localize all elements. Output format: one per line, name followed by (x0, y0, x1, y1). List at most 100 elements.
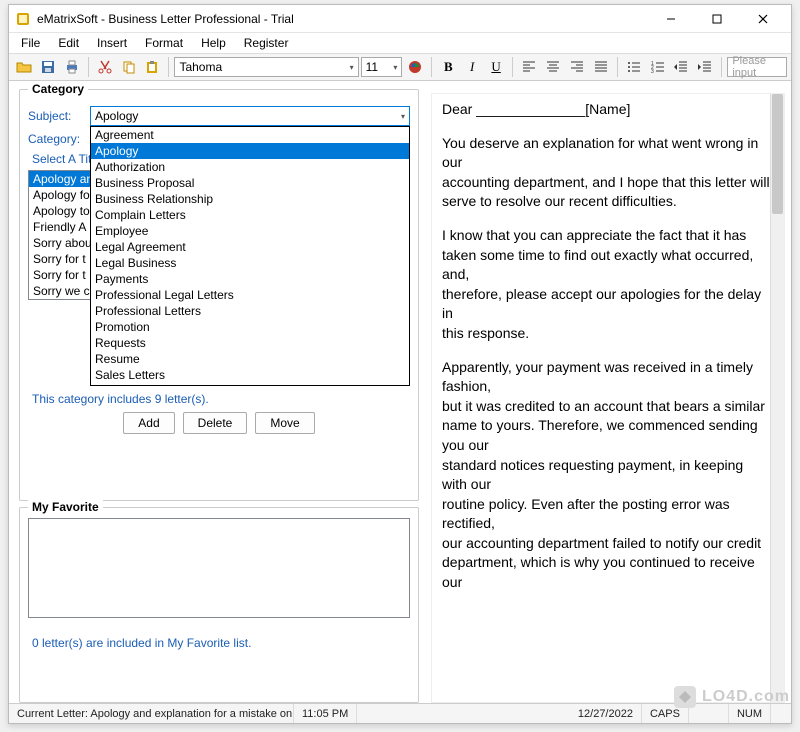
underline-icon[interactable]: U (485, 56, 507, 78)
titlebar: eMatrixSoft - Business Letter Profession… (9, 5, 791, 33)
italic-icon[interactable]: I (461, 56, 483, 78)
paste-icon[interactable] (142, 56, 164, 78)
menu-register[interactable]: Register (236, 34, 297, 52)
subject-dropdown[interactable]: Apology ▾ (90, 106, 410, 126)
move-button[interactable]: Move (255, 412, 314, 434)
numbered-list-icon[interactable]: 123 (647, 56, 669, 78)
close-button[interactable] (741, 7, 785, 31)
statusbar: Current Letter: Apology and explanation … (9, 703, 791, 723)
open-icon[interactable] (13, 56, 35, 78)
letter-paragraph: I know that you can appreciate the fact … (442, 226, 770, 344)
menu-help[interactable]: Help (193, 34, 234, 52)
align-right-icon[interactable] (566, 56, 588, 78)
subject-value: Apology (95, 109, 138, 123)
cut-icon[interactable] (94, 56, 116, 78)
svg-text:3: 3 (651, 69, 654, 74)
toolbar-separator (88, 57, 89, 77)
chevron-down-icon: ▾ (401, 112, 405, 121)
favorite-groupbox: My Favorite 0 letter(s) are included in … (19, 507, 419, 703)
subject-option[interactable]: Apology (91, 143, 409, 159)
menu-format[interactable]: Format (137, 34, 191, 52)
favorite-listbox[interactable] (28, 518, 410, 618)
letter-paragraph: You deserve an explanation for what went… (442, 134, 770, 212)
subject-option[interactable]: Business Proposal (91, 175, 409, 191)
maximize-button[interactable] (695, 7, 739, 31)
subject-option[interactable]: Thank (91, 383, 409, 386)
subject-option[interactable]: Professional Letters (91, 303, 409, 319)
subject-option[interactable]: Employee (91, 223, 409, 239)
copy-icon[interactable] (118, 56, 140, 78)
subject-option[interactable]: Payments (91, 271, 409, 287)
search-placeholder: Please input (732, 55, 782, 79)
menubar: File Edit Insert Format Help Register (9, 33, 791, 53)
category-button-row: Add Delete Move (28, 412, 410, 434)
editor-scrollbar[interactable] (770, 94, 784, 702)
subject-label: Subject: (28, 109, 90, 123)
favorite-count-text: 0 letter(s) are included in My Favorite … (32, 636, 410, 650)
toolbar-separator (617, 57, 618, 77)
chevron-down-icon: ▾ (350, 63, 354, 72)
status-caps: CAPS (642, 704, 689, 723)
font-value: Tahoma (179, 60, 222, 74)
font-select[interactable]: Tahoma ▾ (174, 57, 358, 77)
left-panel: Category Subject: Apology ▾ AgreementApo… (9, 81, 427, 703)
toolbar-separator (721, 57, 722, 77)
status-num: NUM (729, 704, 771, 723)
align-left-icon[interactable] (518, 56, 540, 78)
minimize-button[interactable] (649, 7, 693, 31)
status-current-letter: Current Letter: Apology and explanation … (9, 704, 294, 723)
letter-greeting: Dear ______________[Name] (442, 100, 770, 120)
app-icon (15, 11, 31, 27)
font-size-select[interactable]: 11 ▾ (361, 57, 403, 77)
toolbar-separator (512, 57, 513, 77)
save-icon[interactable] (37, 56, 59, 78)
subject-option[interactable]: Requests (91, 335, 409, 351)
menu-edit[interactable]: Edit (50, 34, 87, 52)
app-window: eMatrixSoft - Business Letter Profession… (8, 4, 792, 724)
subject-option[interactable]: Promotion (91, 319, 409, 335)
subject-dropdown-list[interactable]: AgreementApologyAuthorizationBusiness Pr… (90, 126, 410, 386)
align-center-icon[interactable] (542, 56, 564, 78)
subject-option[interactable]: Sales Letters (91, 367, 409, 383)
outdent-icon[interactable] (671, 56, 693, 78)
print-icon[interactable] (61, 56, 83, 78)
toolbar-separator (431, 57, 432, 77)
font-color-icon[interactable] (404, 56, 426, 78)
delete-button[interactable]: Delete (183, 412, 248, 434)
add-button[interactable]: Add (123, 412, 174, 434)
subject-option[interactable]: Authorization (91, 159, 409, 175)
toolbar-separator (168, 57, 169, 77)
category-legend: Category (28, 82, 88, 96)
bold-icon[interactable]: B (437, 56, 459, 78)
category-count-text: This category includes 9 letter(s). (32, 392, 410, 406)
window-controls (649, 7, 785, 31)
indent-icon[interactable] (694, 56, 716, 78)
letter-paragraph: Apparently, your payment was received in… (442, 358, 770, 593)
status-empty (689, 704, 729, 723)
chevron-down-icon: ▾ (393, 63, 397, 72)
menu-file[interactable]: File (13, 34, 48, 52)
toolbar: Tahoma ▾ 11 ▾ B I U 123 Please input (9, 53, 791, 81)
letter-editor[interactable]: Dear ______________[Name] You deserve an… (431, 93, 785, 703)
status-grip (771, 704, 791, 723)
status-time: 11:05 PM (294, 704, 357, 723)
menu-insert[interactable]: Insert (89, 34, 135, 52)
category-label: Category: (28, 132, 90, 146)
subject-option[interactable]: Resume (91, 351, 409, 367)
subject-option[interactable]: Legal Business (91, 255, 409, 271)
subject-option[interactable]: Business Relationship (91, 191, 409, 207)
status-date: 12/27/2022 (570, 704, 642, 723)
size-value: 11 (366, 60, 378, 74)
category-groupbox: Category Subject: Apology ▾ AgreementApo… (19, 89, 419, 501)
subject-option[interactable]: Professional Legal Letters (91, 287, 409, 303)
subject-option[interactable]: Agreement (91, 127, 409, 143)
align-justify-icon[interactable] (590, 56, 612, 78)
search-input[interactable]: Please input (727, 57, 787, 77)
subject-option[interactable]: Legal Agreement (91, 239, 409, 255)
subject-option[interactable]: Complain Letters (91, 207, 409, 223)
scrollbar-thumb[interactable] (772, 94, 783, 214)
bullet-list-icon[interactable] (623, 56, 645, 78)
favorite-legend: My Favorite (28, 500, 103, 514)
right-panel: Dear ______________[Name] You deserve an… (427, 81, 791, 703)
window-title: eMatrixSoft - Business Letter Profession… (37, 12, 649, 26)
